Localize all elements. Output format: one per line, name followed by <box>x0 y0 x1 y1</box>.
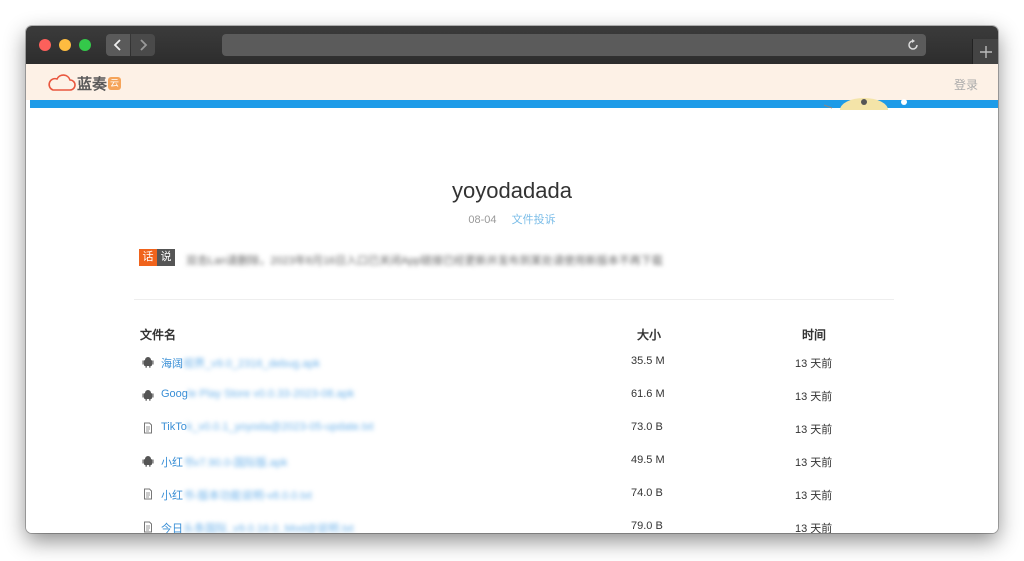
notice-badge: 话 说 <box>139 249 175 266</box>
file-link[interactable]: 小红书v7.90.0-国际版.apk <box>161 454 288 470</box>
notice-badge-right: 说 <box>157 249 175 266</box>
file-name-visible: 今日 <box>161 523 183 533</box>
file-link[interactable]: 小红书-版本功能说明-v8.0.0.txt <box>161 487 312 503</box>
file-size: 61.6 M <box>631 388 665 400</box>
file-name-visible: 小红 <box>161 490 183 502</box>
android-icon <box>142 355 154 373</box>
file-size: 79.0 B <box>631 520 663 532</box>
table-row[interactable]: 海阔视界_v9.0_2316_debug.apk 35.5 M 13 天前 <box>134 352 894 372</box>
logo-badge: 云 <box>108 76 122 90</box>
file-date: 08-04 <box>468 214 497 226</box>
file-time: 13 天前 <box>795 523 833 533</box>
chevron-right-icon <box>140 39 148 51</box>
report-link[interactable]: 文件投诉 <box>512 214 556 226</box>
file-link[interactable]: Google Play Store v0.0.33-2023-08.apk <box>161 388 354 400</box>
table-row[interactable]: 小红书-版本功能说明-v8.0.0.txt 74.0 B 13 天前 <box>134 484 894 504</box>
notice-badge-left: 话 <box>139 249 157 266</box>
file-name-blurred: 书v7.90.0-国际版.apk <box>183 457 288 469</box>
file-name-visible: 海阔 <box>161 358 183 370</box>
notice-text: 双击Lan请删除，2023年8月16日入口已关闭App链接已经更新并发布到某处请… <box>186 255 663 267</box>
divider <box>134 299 894 300</box>
file-icon <box>142 421 154 439</box>
maximize-window-button[interactable] <box>79 39 91 51</box>
file-name-blurred: k_v0.0.1_yoyoda@2023-05-update.txt <box>186 421 374 433</box>
file-name-visible: Goog <box>161 388 188 400</box>
file-size: 49.5 M <box>631 454 665 466</box>
file-link[interactable]: 今日头条国际_v9.0.16.0_Mod@说明.txt <box>161 520 354 533</box>
table-row[interactable]: 小红书v7.90.0-国际版.apk 49.5 M 13 天前 <box>134 451 894 471</box>
header-name: 文件名 <box>140 328 177 342</box>
file-size: 73.0 B <box>631 421 663 433</box>
minimize-window-button[interactable] <box>59 39 71 51</box>
file-meta: 08-04 文件投诉 <box>26 211 998 227</box>
reload-icon[interactable] <box>906 38 920 52</box>
file-time: 13 天前 <box>795 358 833 370</box>
site-header: 蓝奏 云 登录 <box>26 64 998 100</box>
file-size: 74.0 B <box>631 487 663 499</box>
file-name-blurred: 视界_v9.0_2316_debug.apk <box>183 358 320 370</box>
file-time: 13 天前 <box>795 490 833 502</box>
plus-icon <box>980 46 992 58</box>
chevron-left-icon <box>113 39 121 51</box>
file-size: 35.5 M <box>631 355 665 367</box>
close-window-button[interactable] <box>39 39 51 51</box>
file-icon <box>142 520 154 533</box>
file-title: yoyodadada <box>452 178 572 203</box>
file-link[interactable]: 海阔视界_v9.0_2316_debug.apk <box>161 355 320 371</box>
header-time: 时间 <box>802 328 827 342</box>
browser-titlebar <box>26 26 998 64</box>
file-name-visible: TikTo <box>161 421 187 433</box>
table-row[interactable]: Google Play Store v0.0.33-2023-08.apk 61.… <box>134 385 894 405</box>
file-name-blurred: 头条国际_v9.0.16.0_Mod@说明.txt <box>183 523 354 533</box>
forward-button[interactable] <box>131 34 155 56</box>
browser-window: 蓝奏 云 登录 yoyodadada 08-04 文件投诉 话 说 双击Lan请… <box>26 26 998 533</box>
table-row[interactable]: TikTok_v0.0.1_yoyoda@2023-05-update.txt 7… <box>134 418 894 438</box>
new-tab-button[interactable] <box>972 39 998 64</box>
page-content: 蓝奏 云 登录 yoyodadada 08-04 文件投诉 话 说 双击Lan请… <box>26 64 998 533</box>
file-name-blurred: 书-版本功能说明-v8.0.0.txt <box>183 490 312 502</box>
site-logo[interactable]: 蓝奏 云 <box>46 73 122 93</box>
cloud-icon <box>48 74 76 91</box>
file-time: 13 天前 <box>795 457 833 469</box>
address-bar[interactable] <box>222 34 926 56</box>
back-button[interactable] <box>106 34 130 56</box>
login-link[interactable]: 登录 <box>954 76 978 93</box>
file-link[interactable]: TikTok_v0.0.1_yoyoda@2023-05-update.txt <box>161 421 374 433</box>
header-size: 大小 <box>637 328 662 342</box>
android-icon <box>142 454 154 472</box>
logo-text: 蓝奏 <box>77 75 108 93</box>
android-icon <box>142 388 154 406</box>
file-icon <box>142 487 154 505</box>
mascot-illustration <box>823 98 907 110</box>
table-row[interactable]: 今日头条国际_v9.0.16.0_Mod@说明.txt 79.0 B 13 天前 <box>134 517 894 533</box>
file-time: 13 天前 <box>795 391 833 403</box>
file-time: 13 天前 <box>795 424 833 436</box>
file-name-blurred: le Play Store v0.0.33-2023-08.apk <box>187 388 355 400</box>
file-name-visible: 小红 <box>161 457 183 469</box>
